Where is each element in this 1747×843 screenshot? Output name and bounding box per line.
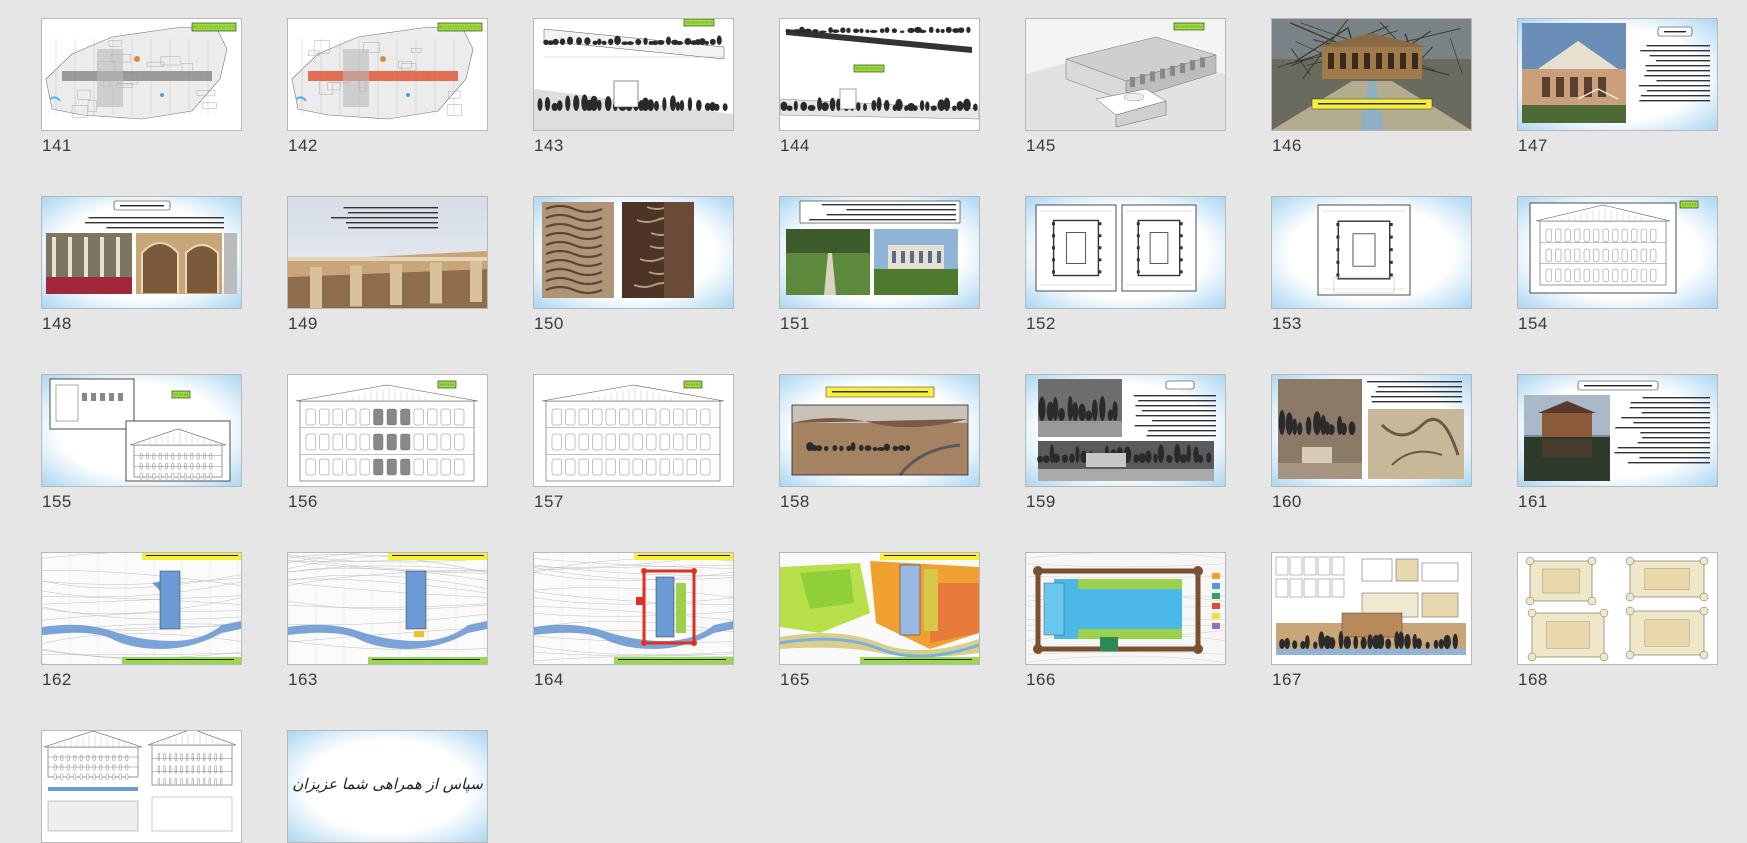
slide-preview[interactable] <box>1025 374 1226 487</box>
slide-preview[interactable] <box>779 374 980 487</box>
slide-preview[interactable] <box>1517 374 1718 487</box>
slide-preview[interactable] <box>1271 196 1472 309</box>
slide-preview[interactable] <box>533 552 734 665</box>
slide-preview[interactable] <box>1271 18 1472 131</box>
slide-thumbnail[interactable]: 161 <box>1517 374 1718 510</box>
slide-thumbnail[interactable]: 167 <box>1271 552 1472 688</box>
slide-thumbnail[interactable]: 151 <box>779 196 980 332</box>
slide-thumbnail[interactable]: 156 <box>287 374 488 510</box>
slide-number: 162 <box>42 670 72 689</box>
slide-preview[interactable] <box>287 552 488 665</box>
slide-preview[interactable] <box>1271 374 1472 487</box>
slide-preview[interactable] <box>533 374 734 487</box>
slide-preview[interactable] <box>533 18 734 131</box>
slide-thumbnail[interactable]: 154 <box>1517 196 1718 332</box>
slide-preview[interactable] <box>1271 552 1472 665</box>
slide-thumbnail[interactable]: 164 <box>533 552 734 688</box>
slide-number: 159 <box>1026 492 1056 511</box>
slide-thumbnail[interactable]: 150 <box>533 196 734 332</box>
slide-thumbnail[interactable]: 162 <box>41 552 242 688</box>
slide-thumbnail[interactable]: 159 <box>1025 374 1226 510</box>
slide-number: 153 <box>1272 314 1302 333</box>
slide-preview[interactable] <box>41 552 242 665</box>
slide-thumbnail[interactable]: 143 <box>533 18 734 154</box>
slide-thumbnail[interactable]: 145 <box>1025 18 1226 154</box>
slide-preview[interactable] <box>41 730 242 843</box>
slide-thumbnail[interactable]: 148 <box>41 196 242 332</box>
slide-preview[interactable] <box>1517 552 1718 665</box>
slide-number: 152 <box>1026 314 1056 333</box>
slide-preview[interactable] <box>1517 18 1718 131</box>
slide-preview[interactable] <box>779 18 980 131</box>
slide-preview[interactable] <box>287 18 488 131</box>
slide-thumbnail[interactable]: 157 <box>533 374 734 510</box>
slide-preview[interactable] <box>41 196 242 309</box>
slide-thumbnail[interactable]: سپاس از همراهی شما عزیزان <box>287 730 488 843</box>
slide-thumbnail[interactable]: 152 <box>1025 196 1226 332</box>
slide-number: 146 <box>1272 136 1302 155</box>
slide-preview[interactable] <box>1025 18 1226 131</box>
slide-thumbnail[interactable]: 160 <box>1271 374 1472 510</box>
slide-closing-text: سپاس از همراهی شما عزیزان <box>292 775 483 793</box>
slide-number: 167 <box>1272 670 1302 689</box>
slide-preview[interactable] <box>287 196 488 309</box>
slide-number: 161 <box>1518 492 1548 511</box>
slide-preview[interactable] <box>1517 196 1718 309</box>
slide-number: 143 <box>534 136 564 155</box>
slide-thumbnail[interactable]: 142 <box>287 18 488 154</box>
slide-number: 151 <box>780 314 810 333</box>
slide-thumbnail[interactable]: 165 <box>779 552 980 688</box>
slide-thumbnail[interactable]: 147 <box>1517 18 1718 154</box>
slide-thumbnail[interactable]: 149 <box>287 196 488 332</box>
slide-number: 149 <box>288 314 318 333</box>
slide-number: 155 <box>42 492 72 511</box>
slide-preview[interactable] <box>779 196 980 309</box>
slide-preview[interactable] <box>41 374 242 487</box>
slide-thumbnail[interactable]: 166 <box>1025 552 1226 688</box>
slide-number: 166 <box>1026 670 1056 689</box>
slide-number: 150 <box>534 314 564 333</box>
slide-number: 141 <box>42 136 72 155</box>
slide-number: 142 <box>288 136 318 155</box>
slide-preview[interactable] <box>1025 552 1226 665</box>
slide-preview[interactable]: سپاس از همراهی شما عزیزان <box>287 730 488 843</box>
slide-thumbnail[interactable]: 153 <box>1271 196 1472 332</box>
slide-thumbnail[interactable]: 155 <box>41 374 242 510</box>
slide-thumbnail[interactable]: 141 <box>41 18 242 154</box>
slide-number: 157 <box>534 492 564 511</box>
slide-number: 164 <box>534 670 564 689</box>
slide-number: 160 <box>1272 492 1302 511</box>
slide-sorter-grid: 141 142 143 144 145 146 147 148 149 150 15… <box>41 18 1718 843</box>
slide-number: 145 <box>1026 136 1056 155</box>
slide-number: 168 <box>1518 670 1548 689</box>
slide-thumbnail[interactable]: 144 <box>779 18 980 154</box>
slide-number: 148 <box>42 314 72 333</box>
slide-thumbnail[interactable]: 163 <box>287 552 488 688</box>
slide-number: 144 <box>780 136 810 155</box>
slide-preview[interactable] <box>533 196 734 309</box>
slide-thumbnail[interactable] <box>41 730 242 843</box>
slide-thumbnail[interactable]: 146 <box>1271 18 1472 154</box>
slide-preview[interactable] <box>41 18 242 131</box>
slide-thumbnail[interactable]: 168 <box>1517 552 1718 688</box>
slide-number: 156 <box>288 492 318 511</box>
slide-number: 165 <box>780 670 810 689</box>
slide-number: 154 <box>1518 314 1548 333</box>
slide-preview[interactable] <box>1025 196 1226 309</box>
slide-preview[interactable] <box>287 374 488 487</box>
slide-number: 163 <box>288 670 318 689</box>
slide-number: 147 <box>1518 136 1548 155</box>
slide-number: 158 <box>780 492 810 511</box>
slide-thumbnail[interactable]: 158 <box>779 374 980 510</box>
slide-preview[interactable] <box>779 552 980 665</box>
